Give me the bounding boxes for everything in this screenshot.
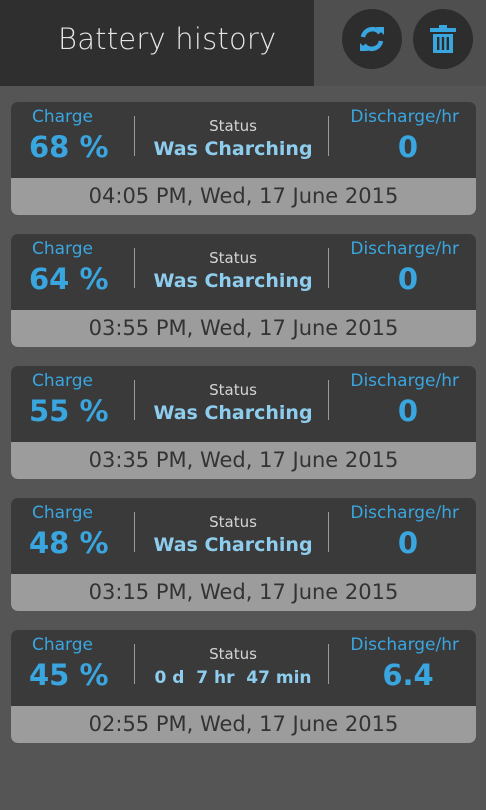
- refresh-button[interactable]: [342, 9, 402, 69]
- divider: [134, 248, 135, 288]
- divider: [328, 248, 329, 288]
- history-entry[interactable]: Charge 64 % Status Was Charching Dischar…: [11, 234, 476, 347]
- divider: [134, 116, 135, 156]
- charge-value: 55 %: [29, 394, 109, 428]
- charge-label: Charge: [32, 371, 94, 391]
- status-label: Status: [209, 513, 257, 531]
- status-value: 0 d 7 hr 47 min: [154, 668, 312, 688]
- entry-summary: Charge 64 % Status Was Charching Dischar…: [11, 234, 476, 310]
- status-label: Status: [209, 249, 257, 267]
- charge-label: Charge: [32, 107, 94, 127]
- charge-value: 68 %: [29, 130, 109, 164]
- divider: [328, 644, 329, 684]
- charge-value: 45 %: [29, 658, 109, 692]
- history-entry[interactable]: Charge 45 % Status 0 d 7 hr 47 min Disch…: [11, 630, 476, 743]
- history-entry[interactable]: Charge 68 % Status Was Charching Dischar…: [11, 102, 476, 215]
- app-header: Battery history: [0, 0, 486, 86]
- entry-timestamp: 03:55 PM, Wed, 17 June 2015: [11, 310, 476, 347]
- entry-timestamp: 04:05 PM, Wed, 17 June 2015: [11, 178, 476, 215]
- discharge-value: 0: [397, 526, 419, 560]
- status-value: Was Charching: [153, 138, 313, 160]
- discharge-label: Discharge/hr: [350, 503, 459, 523]
- divider: [328, 380, 329, 420]
- charge-label: Charge: [32, 635, 94, 655]
- status-value: Was Charching: [153, 402, 313, 424]
- status-label: Status: [209, 381, 257, 399]
- entry-summary: Charge 45 % Status 0 d 7 hr 47 min Disch…: [11, 630, 476, 706]
- entry-timestamp: 02:55 PM, Wed, 17 June 2015: [11, 706, 476, 743]
- divider: [134, 644, 135, 684]
- discharge-value: 0: [397, 130, 419, 164]
- divider: [328, 512, 329, 552]
- discharge-value: 6.4: [382, 658, 434, 692]
- entry-summary: Charge 48 % Status Was Charching Dischar…: [11, 498, 476, 574]
- entry-timestamp: 03:35 PM, Wed, 17 June 2015: [11, 442, 476, 479]
- status-label: Status: [209, 645, 257, 663]
- status-value: Was Charching: [153, 270, 313, 292]
- discharge-label: Discharge/hr: [350, 635, 459, 655]
- charge-label: Charge: [32, 239, 94, 259]
- charge-value: 64 %: [29, 262, 109, 296]
- entry-timestamp: 03:15 PM, Wed, 17 June 2015: [11, 574, 476, 611]
- discharge-label: Discharge/hr: [350, 371, 459, 391]
- discharge-value: 0: [397, 394, 419, 428]
- trash-icon: [430, 25, 456, 53]
- charge-label: Charge: [32, 503, 94, 523]
- discharge-label: Discharge/hr: [350, 239, 459, 259]
- history-entry[interactable]: Charge 48 % Status Was Charching Dischar…: [11, 498, 476, 611]
- status-label: Status: [209, 117, 257, 135]
- delete-history-button[interactable]: [413, 9, 473, 69]
- page-title: Battery history: [58, 22, 277, 56]
- discharge-value: 0: [397, 262, 419, 296]
- title-bar: Battery history: [0, 0, 314, 86]
- discharge-label: Discharge/hr: [350, 107, 459, 127]
- charge-value: 48 %: [29, 526, 109, 560]
- entry-summary: Charge 68 % Status Was Charching Dischar…: [11, 102, 476, 178]
- divider: [134, 512, 135, 552]
- entry-summary: Charge 55 % Status Was Charching Dischar…: [11, 366, 476, 442]
- history-entry[interactable]: Charge 55 % Status Was Charching Dischar…: [11, 366, 476, 479]
- divider: [328, 116, 329, 156]
- refresh-icon: [360, 26, 384, 52]
- divider: [134, 380, 135, 420]
- status-value: Was Charching: [153, 534, 313, 556]
